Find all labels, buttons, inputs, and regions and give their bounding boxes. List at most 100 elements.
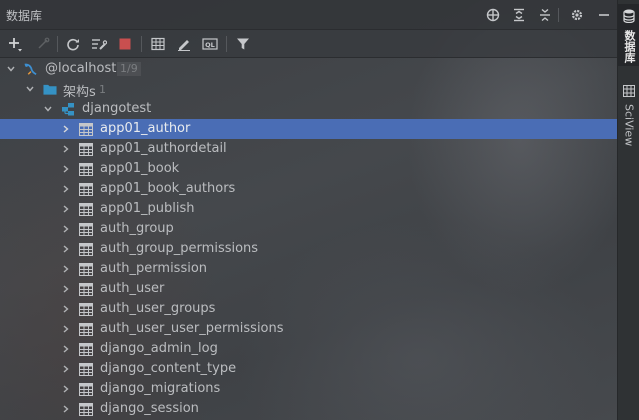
- database-panel: 数据库 QL @localhost 1/9 架构s 1 djangotest a…: [0, 0, 617, 420]
- table-name: auth_permission: [100, 261, 208, 276]
- table-name: app01_author: [100, 121, 191, 136]
- collapse-all-icon[interactable]: [535, 5, 555, 25]
- stop-icon[interactable]: [114, 33, 136, 55]
- gear-icon[interactable]: [567, 5, 587, 25]
- table-name: django_migrations: [100, 381, 221, 396]
- table-row[interactable]: auth_user_user_permissions: [0, 319, 617, 339]
- table-row[interactable]: auth_user_groups: [0, 299, 617, 319]
- table-row[interactable]: app01_author: [0, 119, 617, 139]
- schema-icon: [61, 102, 75, 116]
- table-name: auth_user: [100, 281, 165, 296]
- table-name: django_content_type: [100, 361, 237, 376]
- chevron-down-icon[interactable]: [24, 83, 36, 95]
- database-icon: [623, 8, 635, 27]
- edit-icon[interactable]: [173, 33, 195, 55]
- table-row[interactable]: app01_book_authors: [0, 179, 617, 199]
- table-icon: [79, 382, 93, 396]
- chevron-right-icon[interactable]: [60, 123, 72, 135]
- toolbar-separator: [226, 36, 227, 52]
- table-row[interactable]: auth_group: [0, 219, 617, 239]
- table-row[interactable]: django_content_type: [0, 359, 617, 379]
- chevron-right-icon[interactable]: [60, 303, 72, 315]
- table-row[interactable]: auth_permission: [0, 259, 617, 279]
- tree-node-host[interactable]: @localhost 1/9: [0, 59, 617, 79]
- chevron-right-icon[interactable]: [60, 363, 72, 375]
- chevron-right-icon[interactable]: [60, 243, 72, 255]
- tree-node-database[interactable]: djangotest: [0, 99, 617, 119]
- table-name: auth_user_user_permissions: [100, 321, 284, 336]
- chevron-right-icon[interactable]: [60, 383, 72, 395]
- expand-all-icon[interactable]: [509, 5, 529, 25]
- chevron-right-icon[interactable]: [60, 343, 72, 355]
- chevron-right-icon[interactable]: [60, 143, 72, 155]
- table-row[interactable]: app01_book: [0, 159, 617, 179]
- table-row[interactable]: django_migrations: [0, 379, 617, 399]
- folder-icon: [43, 82, 57, 96]
- chevron-down-icon[interactable]: [42, 103, 54, 115]
- table-icon: [79, 322, 93, 336]
- chevron-down-icon[interactable]: [5, 63, 17, 75]
- table-icon: [79, 242, 93, 256]
- table-row[interactable]: app01_authordetail: [0, 139, 617, 159]
- chevron-right-icon[interactable]: [60, 183, 72, 195]
- toolbar-separator: [141, 36, 142, 52]
- table-name: app01_book: [100, 161, 180, 176]
- table-name: auth_group_permissions: [100, 241, 259, 256]
- header-divider: [558, 8, 559, 22]
- table-name: app01_book_authors: [100, 181, 236, 196]
- schema-settings-icon[interactable]: [88, 33, 110, 55]
- table-view-icon[interactable]: [147, 33, 169, 55]
- table-row[interactable]: app01_publish: [0, 199, 617, 219]
- tab-database-label: 数据库: [623, 30, 636, 63]
- table-icon: [79, 282, 93, 296]
- query-console-icon[interactable]: QL: [199, 33, 221, 55]
- table-row[interactable]: auth_user: [0, 279, 617, 299]
- host-badge: 1/9: [117, 62, 141, 76]
- host-label: @localhost: [45, 61, 117, 76]
- panel-title: 数据库: [6, 9, 43, 23]
- table-row[interactable]: django_session: [0, 399, 617, 419]
- table-icon: [79, 402, 93, 416]
- tab-database[interactable]: 数据库: [618, 4, 639, 66]
- tab-sciview[interactable]: SciView: [618, 78, 639, 146]
- table-icon: [79, 342, 93, 356]
- chevron-right-icon[interactable]: [60, 163, 72, 175]
- svg-text:QL: QL: [205, 41, 215, 49]
- table-name: app01_publish: [100, 201, 195, 216]
- schemas-label: 架构s: [63, 85, 96, 100]
- table-icon: [79, 302, 93, 316]
- table-name: app01_authordetail: [100, 141, 227, 156]
- table-name: auth_group: [100, 221, 174, 236]
- tree-node-schemas[interactable]: 架构s 1: [0, 79, 617, 100]
- filter-icon[interactable]: [232, 33, 254, 55]
- toolbar: QL: [0, 30, 617, 58]
- chevron-right-icon[interactable]: [60, 283, 72, 295]
- table-name: auth_user_groups: [100, 301, 216, 316]
- schemas-count: 1: [99, 83, 106, 96]
- table-name: django_session: [100, 401, 199, 416]
- table-icon: [79, 122, 93, 136]
- toolbar-separator: [57, 36, 58, 52]
- table-row[interactable]: auth_group_permissions: [0, 239, 617, 259]
- table-row[interactable]: django_admin_log: [0, 339, 617, 359]
- chevron-right-icon[interactable]: [60, 323, 72, 335]
- chevron-right-icon[interactable]: [60, 403, 72, 415]
- table-icon: [79, 202, 93, 216]
- data-source-properties-icon[interactable]: [32, 33, 54, 55]
- refresh-icon[interactable]: [62, 33, 84, 55]
- chevron-right-icon[interactable]: [60, 223, 72, 235]
- table-icon: [79, 222, 93, 236]
- chevron-right-icon[interactable]: [60, 263, 72, 275]
- mysql-host-icon: [23, 62, 37, 76]
- locate-icon[interactable]: [483, 5, 503, 25]
- add-icon[interactable]: [4, 33, 26, 55]
- tool-window-strip: 数据库 SciView: [617, 0, 639, 420]
- table-icon: [79, 182, 93, 196]
- table-icon: [79, 142, 93, 156]
- table-icon: [79, 162, 93, 176]
- panel-header: 数据库: [0, 0, 617, 30]
- database-tree: @localhost 1/9 架构s 1 djangotest app01_au…: [0, 58, 617, 420]
- minimize-icon[interactable]: [594, 5, 614, 25]
- table-icon: [79, 362, 93, 376]
- chevron-right-icon[interactable]: [60, 203, 72, 215]
